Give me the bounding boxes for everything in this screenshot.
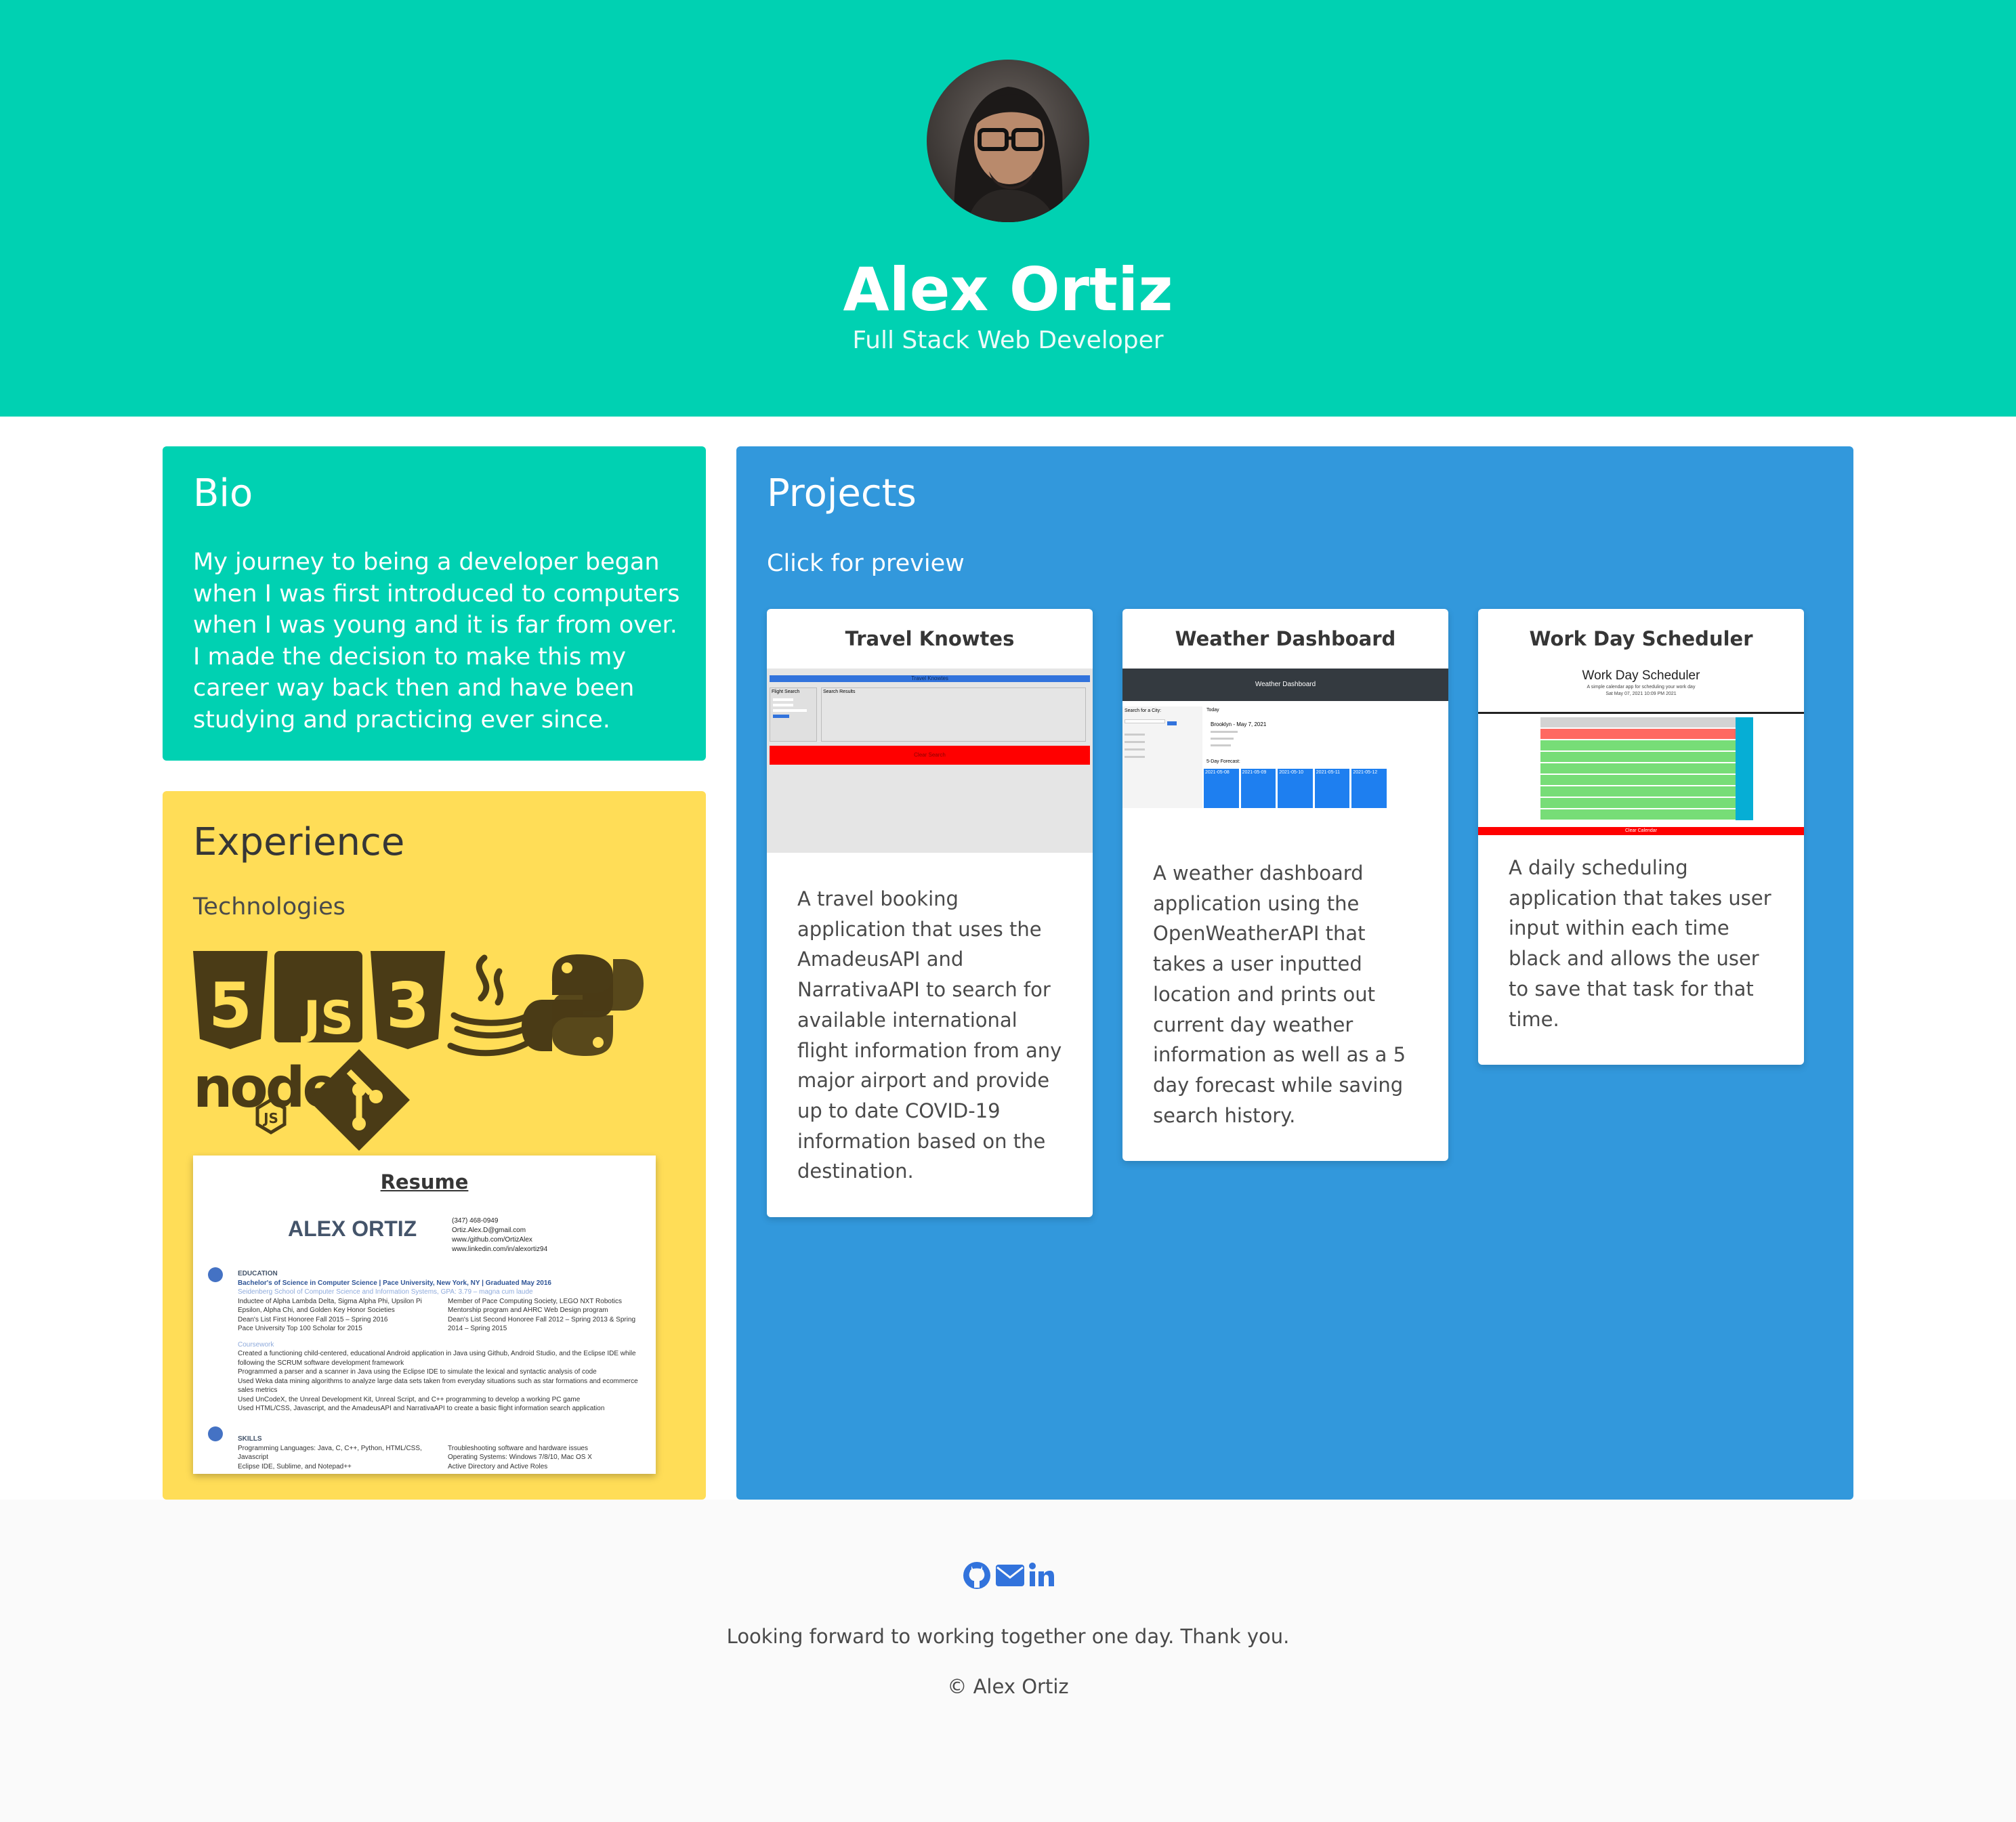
javascript-icon: JS	[274, 951, 362, 1045]
resume-preview[interactable]: Resume ALEX ORTIZ (347) 468-0949 Ortiz.A…	[193, 1156, 656, 1474]
project-title[interactable]: Travel Knowtes	[767, 609, 1093, 669]
resume-name: ALEX ORTIZ	[288, 1216, 417, 1241]
technologies-icons: 5 JS 3 node JS	[193, 951, 681, 1154]
project-preview-image[interactable]: Work Day Scheduler A simple calendar app…	[1478, 669, 1804, 853]
experience-card: Experience Technologies 5 JS 3 node JS R…	[163, 791, 706, 1500]
project-description: A daily scheduling application that take…	[1509, 856, 1771, 1031]
profile-photo	[927, 60, 1089, 222]
project-preview-image[interactable]: Weather Dashboard Search for a City: Tod…	[1122, 669, 1448, 853]
hero-header: Alex Ortiz Full Stack Web Developer	[0, 0, 2016, 417]
experience-title: Experience	[193, 820, 405, 864]
resume-title[interactable]: Resume	[193, 1170, 656, 1193]
github-icon[interactable]	[963, 1562, 990, 1589]
svg-text:3: 3	[386, 969, 429, 1042]
project-preview-image[interactable]: Travel Knowtes Flight Search Search Resu…	[767, 669, 1093, 853]
bio-card: Bio My journey to being a developer bega…	[163, 446, 706, 761]
page-title: Alex Ortiz	[843, 255, 1173, 324]
project-card-weather-dashboard[interactable]: Weather Dashboard Weather Dashboard Sear…	[1122, 609, 1448, 1162]
email-icon[interactable]	[996, 1565, 1024, 1586]
project-description: A weather dashboard application using th…	[1153, 862, 1406, 1127]
css3-icon: 3	[371, 951, 445, 1049]
projects-title: Projects	[767, 471, 917, 515]
resume-contact: (347) 468-0949 Ortiz.Alex.D@gmail.com ww…	[452, 1217, 548, 1253]
skills-icon	[208, 1426, 223, 1441]
project-title[interactable]: Weather Dashboard	[1122, 609, 1448, 669]
java-icon	[447, 954, 535, 1057]
resume-skills: SKILLS Programming Languages: Java, C, C…	[238, 1435, 592, 1470]
html5-icon: 5	[193, 951, 268, 1049]
resume-education: EDUCATION Bachelor's of Science in Compu…	[238, 1270, 638, 1412]
project-card-work-day-scheduler[interactable]: Work Day Scheduler Work Day Scheduler A …	[1478, 609, 1804, 1065]
python-icon	[522, 954, 644, 1056]
project-card-travel-knowtes[interactable]: Travel Knowtes Travel Knowtes Flight Sea…	[767, 609, 1093, 1218]
projects-card: Projects Click for preview Travel Knowte…	[736, 446, 1853, 1500]
social-links	[962, 1559, 1054, 1592]
bio-title: Bio	[193, 471, 253, 515]
page-subtitle: Full Stack Web Developer	[852, 326, 1164, 354]
copyright: © Alex Ortiz	[947, 1675, 1069, 1698]
project-description: A travel booking application that uses t…	[797, 887, 1062, 1183]
footer-message: Looking forward to working together one …	[726, 1625, 1290, 1648]
bio-text: My journey to being a developer began wh…	[193, 549, 680, 734]
projects-subtitle: Click for preview	[767, 550, 965, 577]
svg-text:JS: JS	[262, 1110, 278, 1126]
education-icon	[208, 1267, 223, 1282]
svg-text:JS: JS	[301, 992, 354, 1045]
linkedin-icon[interactable]	[1029, 1563, 1054, 1586]
technologies-label: Technologies	[193, 893, 345, 920]
project-title[interactable]: Work Day Scheduler	[1478, 609, 1804, 669]
footer: Looking forward to working together one …	[0, 1500, 2016, 1822]
svg-text:5: 5	[209, 969, 252, 1042]
